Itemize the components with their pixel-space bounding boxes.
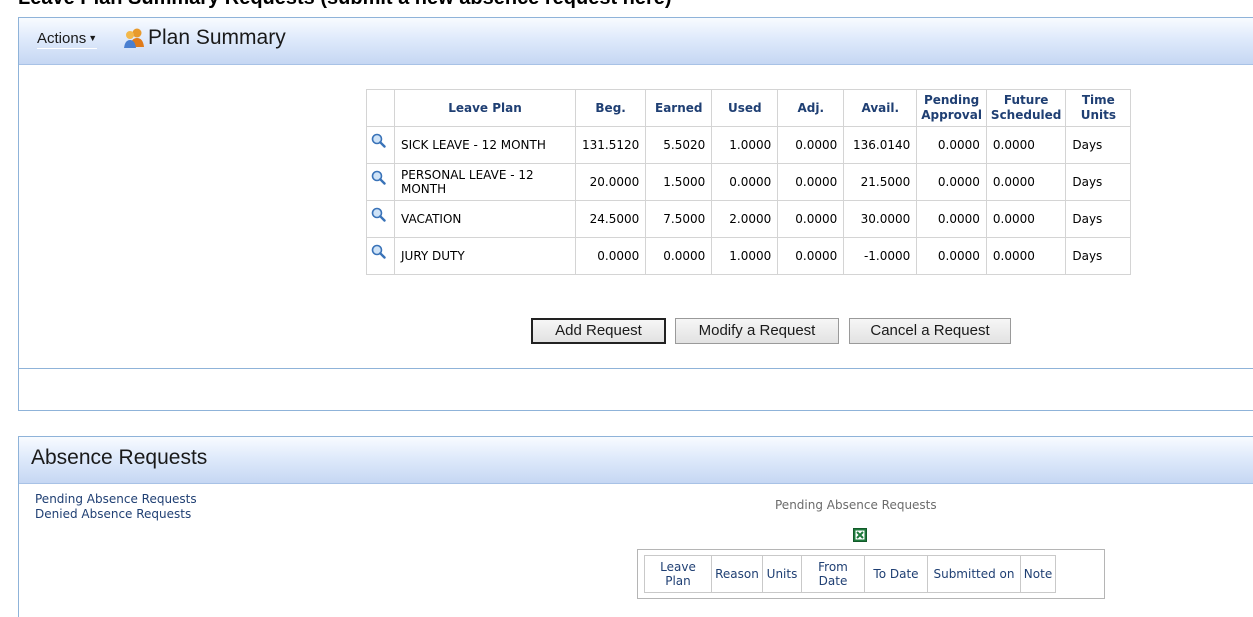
table-row: VACATION 24.5000 7.5000 2.0000 0.0000 30…	[366, 200, 1132, 238]
cell-future-scheduled: 0.0000	[985, 163, 1067, 201]
magnifier-icon[interactable]	[371, 244, 386, 259]
col-avail: Avail.	[843, 89, 918, 127]
magnifier-icon[interactable]	[371, 207, 386, 222]
people-icon	[124, 28, 144, 48]
cell-earned: 0.0000	[645, 237, 713, 275]
plan-summary-panel: Actions ▼ Plan Summary Leave Plan Beg. Ea…	[18, 17, 1253, 411]
panel-divider	[19, 368, 1253, 369]
pending-requests-table-frame: Leave Plan Reason Units From Date To Dat…	[637, 549, 1105, 599]
cell-pending-approval: 0.0000	[916, 126, 987, 164]
cell-beg: 20.0000	[574, 163, 647, 201]
table-header-row: Leave Plan Beg. Earned Used Adj. Avail. …	[366, 89, 1132, 127]
cell-pending-approval: 0.0000	[916, 200, 987, 238]
cell-earned: 7.5000	[645, 200, 713, 238]
cell-leave-plan: PERSONAL LEAVE - 12 MONTH	[394, 163, 576, 201]
cell-time-units: Days	[1065, 237, 1132, 275]
cell-used: 1.0000	[711, 126, 779, 164]
cell-future-scheduled: 0.0000	[985, 237, 1067, 275]
cell-leave-plan: SICK LEAVE - 12 MONTH	[394, 126, 576, 164]
cell-beg: 0.0000	[574, 237, 647, 275]
cell-time-units: Days	[1065, 163, 1132, 201]
cell-adj: 0.0000	[777, 126, 845, 164]
cell-avail: 30.0000	[843, 200, 918, 238]
cell-used: 2.0000	[711, 200, 779, 238]
cell-earned: 5.5020	[645, 126, 713, 164]
excel-icon[interactable]	[853, 528, 867, 542]
table-row: JURY DUTY 0.0000 0.0000 1.0000 0.0000 -1…	[366, 237, 1132, 275]
row-detail-cell[interactable]	[366, 126, 395, 164]
cell-avail: 21.5000	[843, 163, 918, 201]
cell-adj: 0.0000	[777, 200, 845, 238]
pending-requests-table: Leave Plan Reason Units From Date To Dat…	[644, 555, 1056, 593]
pending-absence-requests-link[interactable]: Pending Absence Requests	[35, 492, 197, 506]
col-pending-approval: Pending Approval	[916, 89, 987, 127]
absence-requests-header: Absence Requests	[19, 437, 1253, 484]
col-adj: Adj.	[777, 89, 845, 127]
col-time-units: Time Units	[1065, 89, 1132, 127]
cell-leave-plan: VACATION	[394, 200, 576, 238]
cell-leave-plan: JURY DUTY	[394, 237, 576, 275]
actions-menu[interactable]: Actions ▼	[37, 30, 98, 49]
cell-adj: 0.0000	[777, 237, 845, 275]
cell-future-scheduled: 0.0000	[985, 200, 1067, 238]
magnifier-icon[interactable]	[371, 170, 386, 185]
col-used: Used	[711, 89, 779, 127]
row-detail-cell[interactable]	[366, 200, 395, 238]
cell-used: 1.0000	[711, 237, 779, 275]
col-submitted-on: Submitted on	[927, 555, 1021, 593]
row-detail-cell[interactable]	[366, 237, 395, 275]
col-units: Units	[762, 555, 802, 593]
cell-future-scheduled: 0.0000	[985, 126, 1067, 164]
leave-plan-table: Leave Plan Beg. Earned Used Adj. Avail. …	[366, 89, 1132, 275]
cell-beg: 131.5120	[574, 126, 647, 164]
plan-summary-header: Actions ▼ Plan Summary	[19, 18, 1253, 65]
col-leave-plan: Leave Plan	[644, 555, 712, 593]
table-row: SICK LEAVE - 12 MONTH 131.5120 5.5020 1.…	[366, 126, 1132, 164]
table-row: PERSONAL LEAVE - 12 MONTH 20.0000 1.5000…	[366, 163, 1132, 201]
col-beg: Beg.	[574, 89, 647, 127]
icon-column-header	[366, 89, 395, 127]
absence-requests-panel: Absence Requests Pending Absence Request…	[18, 436, 1253, 617]
cell-avail: -1.0000	[843, 237, 918, 275]
cancel-request-button[interactable]: Cancel a Request	[849, 318, 1011, 344]
top-fragment-text: Leave Plan Summary Requests (submit a ne…	[18, 0, 672, 10]
col-future-scheduled: Future Scheduled	[985, 89, 1067, 127]
cell-time-units: Days	[1065, 126, 1132, 164]
add-request-button[interactable]: Add Request	[531, 318, 666, 344]
cell-avail: 136.0140	[843, 126, 918, 164]
cell-pending-approval: 0.0000	[916, 163, 987, 201]
col-reason: Reason	[711, 555, 763, 593]
pending-requests-caption: Pending Absence Requests	[775, 498, 937, 512]
top-fragment: Leave Plan Summary Requests (submit a ne…	[0, 0, 1253, 10]
cell-used: 0.0000	[711, 163, 779, 201]
col-to-date: To Date	[864, 555, 928, 593]
modify-request-button[interactable]: Modify a Request	[675, 318, 839, 344]
magnifier-icon[interactable]	[371, 133, 386, 148]
absence-requests-title: Absence Requests	[31, 446, 208, 469]
cell-beg: 24.5000	[574, 200, 647, 238]
caret-down-icon: ▼	[88, 33, 98, 43]
col-from-date: From Date	[801, 555, 865, 593]
cell-adj: 0.0000	[777, 163, 845, 201]
plan-summary-title: Plan Summary	[148, 26, 286, 49]
denied-absence-requests-link[interactable]: Denied Absence Requests	[35, 507, 191, 521]
cell-time-units: Days	[1065, 200, 1132, 238]
actions-label: Actions	[37, 30, 87, 47]
col-note: Note	[1020, 555, 1056, 593]
col-earned: Earned	[645, 89, 713, 127]
col-leave-plan: Leave Plan	[394, 89, 576, 127]
table-header-row: Leave Plan Reason Units From Date To Dat…	[644, 555, 1056, 593]
row-detail-cell[interactable]	[366, 163, 395, 201]
cell-pending-approval: 0.0000	[916, 237, 987, 275]
cell-earned: 1.5000	[645, 163, 713, 201]
